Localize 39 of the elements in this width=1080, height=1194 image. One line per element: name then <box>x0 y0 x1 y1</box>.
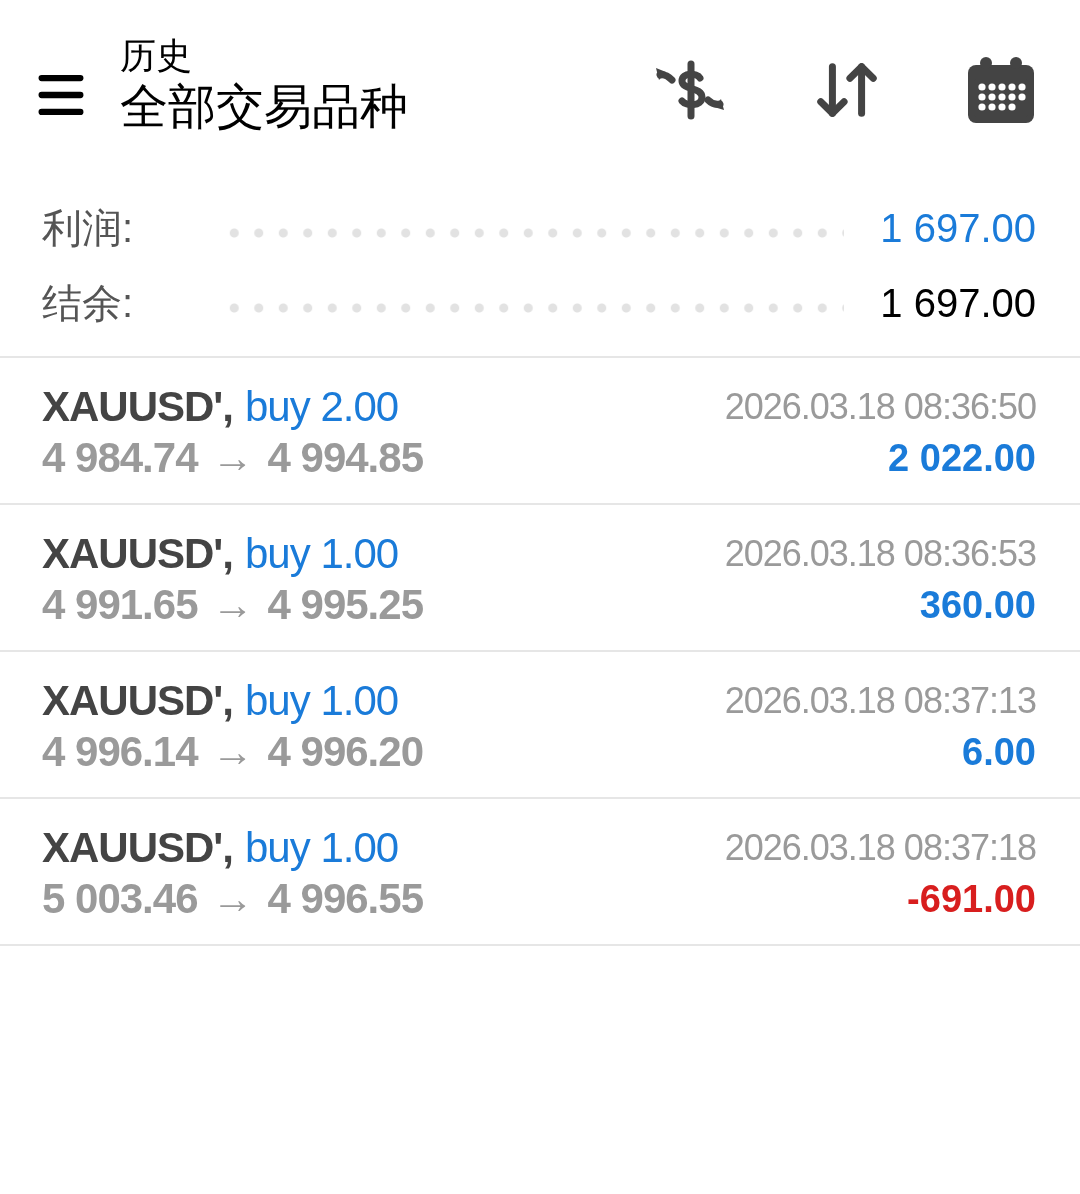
summary-value: 1 697.00 <box>880 204 1036 252</box>
open-price: 4 984.74 <box>42 433 198 483</box>
calendar-icon[interactable] <box>966 55 1036 125</box>
trade-deal: buy 2.00 <box>245 382 399 432</box>
open-price: 4 996.14 <box>42 727 198 777</box>
summary-label: 结余: <box>42 279 135 327</box>
trade-profit: -691.00 <box>907 877 1036 922</box>
symbol-filter[interactable]: 全部交易品种 <box>120 78 408 136</box>
trade-symbol: XAUUSD', <box>42 676 233 726</box>
open-price: 5 003.46 <box>42 874 198 924</box>
trade-profit: 6.00 <box>962 730 1036 775</box>
trade-symbol: XAUUSD', <box>42 823 233 873</box>
close-price: 4 996.20 <box>267 727 423 777</box>
trade-row[interactable]: XAUUSD', buy 1.00 5 003.46 → 4 996.55 2026.03.18 08:37:18 -691.00 <box>0 799 1080 946</box>
arrow-sign: → <box>211 580 254 630</box>
open-price: 4 991.65 <box>42 580 198 630</box>
trade-profit: 360.00 <box>919 583 1036 628</box>
close-price: 4 996.55 <box>267 874 423 924</box>
trade-row[interactable]: XAUUSD', buy 2.00 4 984.74 → 4 994.85 2026.03.18 08:36:50 2 022.00 <box>0 358 1080 505</box>
trade-time: 2026.03.18 08:37:13 <box>724 679 1036 723</box>
arrow-sign: → <box>211 874 254 924</box>
arrow-sign: → <box>211 433 254 483</box>
trade-time: 2026.03.18 08:36:50 <box>724 385 1036 429</box>
trade-row[interactable]: XAUUSD', buy 1.00 4 991.65 → 4 995.25 2026.03.18 08:36:53 360.00 <box>0 505 1080 652</box>
trade-profit: 2 022.00 <box>888 436 1036 481</box>
arrow-sign: → <box>211 727 254 777</box>
close-price: 4 995.25 <box>267 580 423 630</box>
trade-deal: buy 1.00 <box>245 823 399 873</box>
trade-deal: buy 1.00 <box>245 676 399 726</box>
summary-label: 利润: <box>42 204 135 252</box>
trade-row[interactable]: XAUUSD', buy 1.00 4 996.14 → 4 996.20 2026.03.18 08:37:13 6.00 <box>0 652 1080 799</box>
summary-value: 1 697.00 <box>880 279 1036 327</box>
close-price: 4 994.85 <box>267 433 423 483</box>
trade-deal: buy 1.00 <box>245 529 399 579</box>
trade-time: 2026.03.18 08:36:53 <box>724 532 1036 576</box>
trade-symbol: XAUUSD', <box>42 382 233 432</box>
trade-symbol: XAUUSD', <box>42 529 233 579</box>
screen-title: 历史 <box>120 34 193 78</box>
trade-time: 2026.03.18 08:37:18 <box>724 826 1036 870</box>
